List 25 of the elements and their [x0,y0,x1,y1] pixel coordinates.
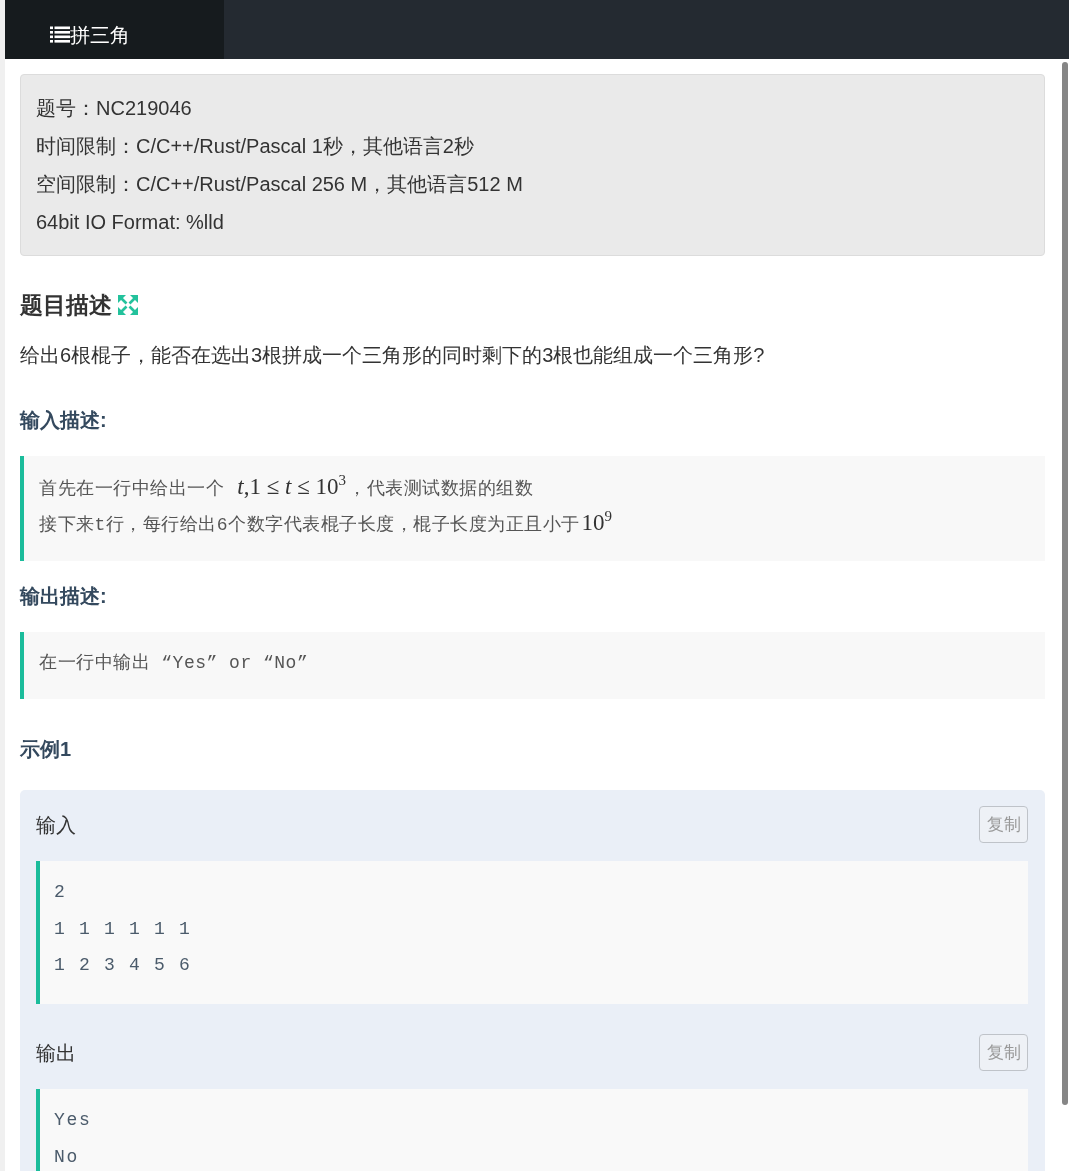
example-label: 输入 [36,813,76,838]
section-heading: 输入描述: [20,408,108,433]
info-line: 时间限制：C/C++/Rust/Pascal 1秒，其他语言2秒 [36,134,475,159]
example-label: 输出 [36,1041,76,1066]
description-text: 给出6根棍子，能否在选出3根拼成一个三角形的同时剩下的3根也能组成一个三角形? [20,343,766,368]
list-icon [50,26,70,43]
example-heading: 示例1 [20,737,73,762]
info-line: 64bit IO Format: %lld [36,210,225,235]
info-line: 空间限制：C/C++/Rust/Pascal 256 M，其他语言512 M [36,172,524,197]
quote-line: 在一行中输出 “Yes” or “No” [39,652,310,675]
section-heading: 题目描述 [20,291,112,320]
code-line: 1 1 1 1 1 1 [54,917,193,941]
code-line: 2 [54,881,68,904]
expand-icon[interactable] [118,295,138,315]
copy-button[interactable]: 复制 [979,1034,1028,1071]
code-line: No [54,1145,80,1169]
code-line: 1 2 3 4 5 6 [54,954,193,977]
code-line: Yes [54,1109,93,1132]
scrollbar-thumb[interactable] [1062,62,1068,1105]
quote-line: 首先在一行中给出一个 t,1 ≤ t ≤ 10$^{3}$，代表测试数据的组数 [39,471,535,501]
quote-line: 接下来t行，每行给出6个数字代表棍子长度，棍子长度为正且小于 10$^{9}$ [39,507,614,537]
info-line: 题号：NC219046 [36,96,193,121]
section-heading: 输出描述: [20,584,108,609]
copy-button[interactable]: 复制 [979,806,1028,843]
problem-tab[interactable]: 拼三角 [5,0,224,59]
